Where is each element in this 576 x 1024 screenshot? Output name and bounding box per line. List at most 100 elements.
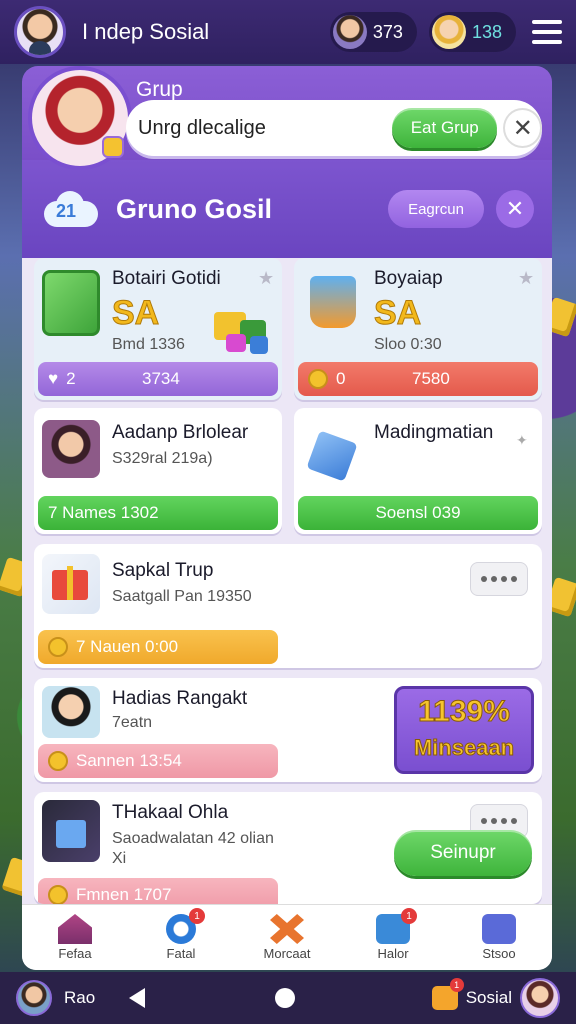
group-card[interactable]: Boyaiap ★ SA Sloo 0:30 0 7580 <box>294 258 542 400</box>
coin-icon <box>308 369 328 389</box>
card-bar-right: 3734 <box>142 369 180 388</box>
panel-header: 21 Gruno Gosil Eagrcun ✕ <box>22 160 552 258</box>
nav-label: Stsoo <box>482 946 516 961</box>
group-name-input[interactable] <box>138 116 378 140</box>
top-bar: I ndep Sosial 373 138 <box>0 0 576 64</box>
home-button-icon[interactable] <box>275 988 296 1008</box>
promo-percent: 1139% <box>418 695 511 729</box>
notification-bell-icon[interactable] <box>431 978 464 1010</box>
friend-stat-pill[interactable]: 373 <box>329 12 417 52</box>
nav-item-halor[interactable]: 1 Halor <box>343 908 443 961</box>
nav-item-settings[interactable]: Stsoo <box>449 914 549 961</box>
nav-label: Fatal <box>166 946 196 961</box>
nav-label: Halor <box>377 946 409 961</box>
card-subtitle-2: Xi <box>112 850 127 867</box>
friend-avatar-icon <box>332 15 367 49</box>
gift-boxes-icon <box>210 298 274 358</box>
card-status-bar: 7 Names 1302 <box>38 496 278 530</box>
card-stat-bar: ♥ 2 3734 <box>38 362 278 396</box>
group-card[interactable]: Aadanp Brlolear S329ral 219a) 7 Names 13… <box>34 408 282 534</box>
coin-icon <box>48 751 68 771</box>
gold-avatar-icon <box>431 15 466 49</box>
join-button[interactable]: Seinupr <box>394 830 532 876</box>
card-subtitle: 7eatn <box>112 714 153 731</box>
user-avatar[interactable] <box>16 980 52 1016</box>
card-subtitle: S329ral 219a) <box>112 450 213 467</box>
card-status-bar: 7 Nauen 0:00 <box>38 630 278 664</box>
group-card[interactable]: Madingmatian ✦ Soensl 039 <box>294 408 542 534</box>
card-title: Sapkal Trup <box>112 560 214 581</box>
promo-label: Minseaan <box>413 735 515 761</box>
gold-stat-pill[interactable]: 138 <box>428 12 516 52</box>
card-bar-text: 7 Nauen 0:00 <box>76 637 179 656</box>
x-icon <box>270 914 304 944</box>
rank-badge-icon <box>102 136 124 158</box>
back-icon[interactable] <box>129 988 146 1008</box>
member-portrait <box>42 420 100 478</box>
cloud-icon: 21 <box>40 189 102 229</box>
eat-group-button[interactable]: Eat Grup <box>392 108 498 148</box>
star-icon[interactable]: ★ <box>258 268 274 289</box>
group-search-bar: Eat Grup ✕ <box>126 100 542 156</box>
card-bar-right: 7580 <box>412 369 450 388</box>
sysbar-right: Sosial <box>431 978 560 1018</box>
promo-badge[interactable]: 1139% Minseaan <box>394 686 534 774</box>
star-icon[interactable]: ★ <box>518 268 534 289</box>
notification-badge: 1 <box>189 908 205 924</box>
trophy-cup-icon <box>310 276 356 328</box>
member-portrait <box>42 686 100 738</box>
notification-badge: 1 <box>401 908 417 924</box>
card-status-bar: Sannen 13:54 <box>38 744 278 778</box>
gift-icon <box>42 554 100 614</box>
card-status-bar: Soensl 039 <box>298 496 538 530</box>
nav-item-home[interactable]: Fefaa <box>25 914 125 961</box>
friend-avatar[interactable] <box>520 978 560 1018</box>
system-bar: Rao Sosial <box>0 972 576 1024</box>
group-row-card[interactable]: THakaal Ohla Saoadwalatan 42 olian Xi Se… <box>34 792 542 904</box>
close-icon[interactable]: ✕ <box>503 108 542 148</box>
card-title: Hadias Rangakt <box>112 688 248 709</box>
nav-item-morcaat[interactable]: Morcaat <box>237 914 337 961</box>
card-bar-left: 0 <box>336 369 346 388</box>
mystery-box-icon <box>42 800 100 862</box>
heart-icon: ♥ <box>48 369 59 388</box>
card-title: THakaal Ohla <box>112 802 229 823</box>
card-title: Boyaiap <box>374 268 443 289</box>
coin-icon <box>48 885 68 904</box>
card-subtitle: Sloo 0:30 <box>374 336 442 353</box>
sysbar-left-label: Rao <box>64 988 96 1007</box>
coin-icon <box>48 637 68 657</box>
profile-avatar[interactable] <box>14 6 66 58</box>
card-bar-text: 7 Names 1302 <box>48 503 159 522</box>
nav-label: Fefaa <box>58 946 92 961</box>
hamburger-menu-icon[interactable] <box>532 20 562 44</box>
card-title: Botairi Gotidi <box>112 268 221 289</box>
sparkle-icon: ✦ <box>516 432 528 448</box>
panel-title: Gruno Gosil <box>116 193 273 224</box>
card-bar-left: 2 <box>66 369 76 388</box>
group-card[interactable]: Botairi Gotidi ★ SA Bmd 1336 ♥ 2 3734 <box>34 258 282 400</box>
card-title: Madingmatian <box>374 422 494 443</box>
card-bar-text: Soensl 039 <box>375 503 461 522</box>
filter-button[interactable]: Eagrcun <box>388 190 484 228</box>
more-options-button[interactable] <box>470 562 528 596</box>
card-bar-text: Fmnen 1707 <box>76 885 172 904</box>
group-panel: 21 Gruno Gosil Eagrcun ✕ Botairi Gotidi … <box>22 160 552 970</box>
panel-close-icon[interactable]: ✕ <box>496 190 534 228</box>
crystal-icon <box>306 430 358 482</box>
card-bar-text: Sannen 13:54 <box>76 751 182 770</box>
group-row-card[interactable]: Sapkal Trup Saatgall Pan 19350 7 Nauen 0… <box>34 544 542 668</box>
card-title: Aadanp Brlolear <box>112 422 249 443</box>
nav-item-fatal[interactable]: 1 Fatal <box>131 908 231 961</box>
sysbar-right-label[interactable]: Sosial <box>466 988 512 1008</box>
settings-icon <box>482 914 516 944</box>
card-stat-bar: 0 7580 <box>298 362 538 396</box>
card-subtitle: Saatgall Pan 19350 <box>112 588 252 605</box>
money-icon <box>42 270 100 336</box>
group-leader-avatar[interactable] <box>28 66 132 170</box>
card-status-bar: Fmnen 1707 <box>38 878 278 904</box>
group-label: Grup <box>136 78 183 101</box>
nav-label: Morcaat <box>263 946 311 961</box>
group-row-card[interactable]: Hadias Rangakt 7eatn 1139% Minseaan Sann… <box>34 678 542 782</box>
card-subtitle: Bmd 1336 <box>112 336 185 353</box>
